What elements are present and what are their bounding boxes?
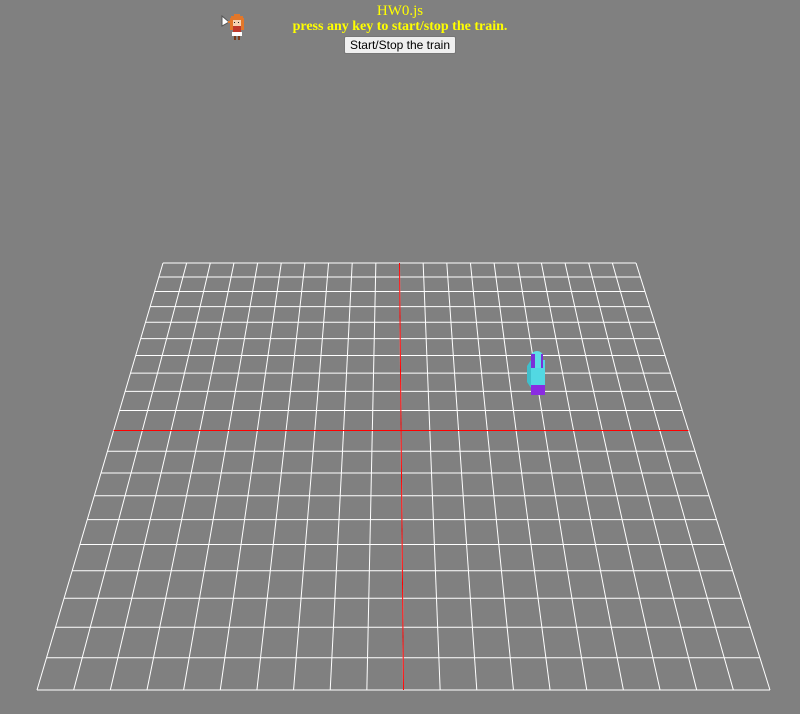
axis-lines: [113, 262, 689, 691]
grid-column-line: [219, 262, 282, 691]
grid-column-line: [256, 262, 306, 691]
start-stop-train-button[interactable]: Start/Stop the train: [344, 36, 456, 54]
grid-column-line: [493, 262, 551, 691]
grid-column-line: [146, 262, 235, 691]
z-axis-line: [399, 262, 404, 691]
grid-column-line: [366, 262, 377, 691]
train-body: [531, 360, 545, 387]
scene-canvas[interactable]: [0, 0, 800, 714]
grid-column-line: [469, 262, 514, 691]
train: [527, 351, 545, 395]
pixel-character-icon: [221, 14, 244, 40]
grid-column-line: [183, 262, 259, 691]
grid-column-line: [517, 262, 588, 691]
ground-grid: [36, 262, 771, 691]
grid-column-line: [588, 262, 698, 691]
grid-column-line: [109, 262, 211, 691]
instruction-text: press any key to start/stop the train.: [292, 19, 508, 34]
train-body-side: [527, 360, 545, 388]
grid-column-line: [422, 262, 441, 691]
grid-column-line: [611, 262, 734, 691]
grid-column-line: [36, 262, 164, 691]
grid-column-line: [446, 262, 478, 691]
grid-column-line: [564, 262, 661, 691]
grid-column-line: [73, 262, 188, 691]
train-chimney: [531, 351, 543, 361]
train-chimney-body: [531, 354, 543, 368]
grid-column-line: [635, 262, 771, 691]
train-base: [531, 385, 545, 395]
grid-column-line: [329, 262, 353, 691]
grid-column-line: [540, 262, 624, 691]
grid-column-line: [293, 262, 330, 691]
page-title: HW0.js: [376, 3, 424, 19]
grid-column-line: [399, 262, 404, 691]
